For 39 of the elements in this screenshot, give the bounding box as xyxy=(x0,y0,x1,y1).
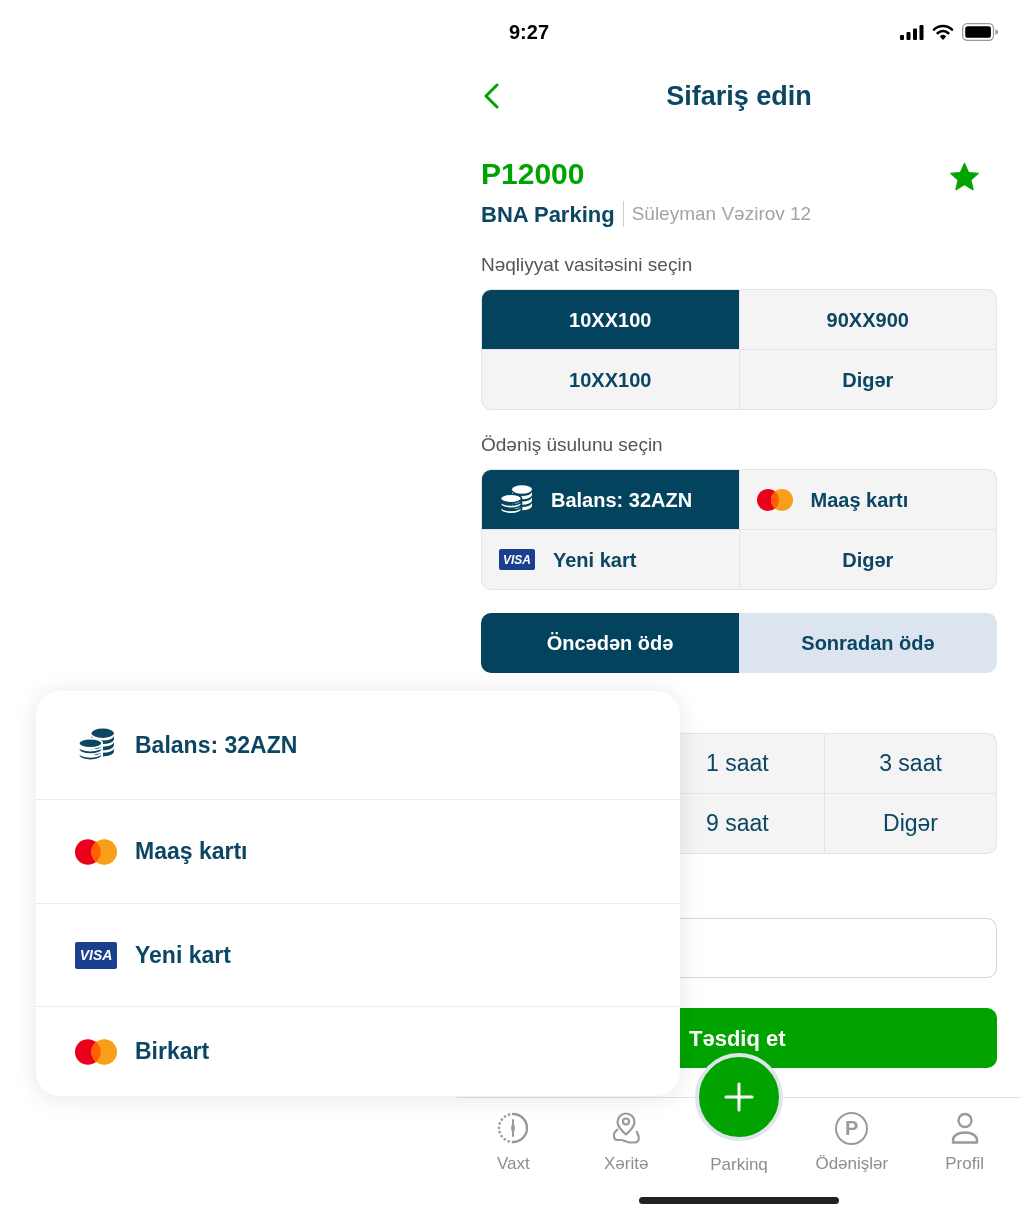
card-badge: VISA xyxy=(75,941,117,969)
vehicle-option[interactable]: 10XX100 xyxy=(482,350,739,409)
payment-method-item[interactable]: VISA Yeni kart xyxy=(36,904,680,1007)
parking-icon: P xyxy=(835,1111,869,1145)
parking-address: Süleyman Vəzirov 12 xyxy=(631,201,812,226)
wifi-icon xyxy=(932,24,954,40)
duration-option[interactable]: 1 saat xyxy=(680,734,824,793)
status-time: 9:27 xyxy=(509,20,550,45)
vehicle-option[interactable]: 10XX100 xyxy=(482,290,739,349)
duration-option[interactable]: Digər xyxy=(825,794,996,853)
duration-option[interactable]: 9 saat xyxy=(680,794,824,853)
coins-icon xyxy=(499,484,533,515)
battery-icon xyxy=(962,23,998,41)
payment-timing-tab[interactable]: Sonradan ödə xyxy=(739,613,997,673)
card-badge: VISA xyxy=(499,549,535,570)
vehicle-option[interactable]: 90XX900 xyxy=(739,290,996,349)
payment-timing-tab[interactable]: Öncədən ödə xyxy=(481,613,739,673)
payment-option[interactable]: VISA Yeni kart xyxy=(482,530,739,589)
parking-name: BNA Parking xyxy=(481,200,615,229)
parking-code: P12000 xyxy=(481,156,585,192)
star-icon[interactable] xyxy=(949,162,980,192)
card-logo-icon xyxy=(75,838,117,865)
section-label: Nəqliyyat vasitəsini seçin xyxy=(481,253,694,277)
payment-method-item[interactable]: Birkart xyxy=(36,1007,680,1096)
payment-option[interactable]: Balans: 32AZN xyxy=(482,470,739,529)
payment-method-item[interactable]: Maaş kartı xyxy=(36,800,680,904)
input-field[interactable] xyxy=(680,918,997,978)
card-logo-icon xyxy=(75,1038,117,1065)
signal-icon xyxy=(900,24,924,40)
duration-option[interactable]: 3 saat xyxy=(825,734,996,793)
payment-option[interactable]: Digər xyxy=(739,530,996,589)
section-label: Ödəniş üsulunu seçin xyxy=(481,433,664,457)
payment-method-item[interactable]: Balans: 32AZN xyxy=(36,691,680,800)
payment-option[interactable]: Maaş kartı xyxy=(739,470,996,529)
chevron-left-icon xyxy=(483,83,499,109)
vehicle-option[interactable]: Digər xyxy=(739,350,996,409)
card-logo-icon xyxy=(756,488,793,511)
page-title: Sifariş edin xyxy=(665,80,813,113)
coins-icon xyxy=(77,728,115,762)
